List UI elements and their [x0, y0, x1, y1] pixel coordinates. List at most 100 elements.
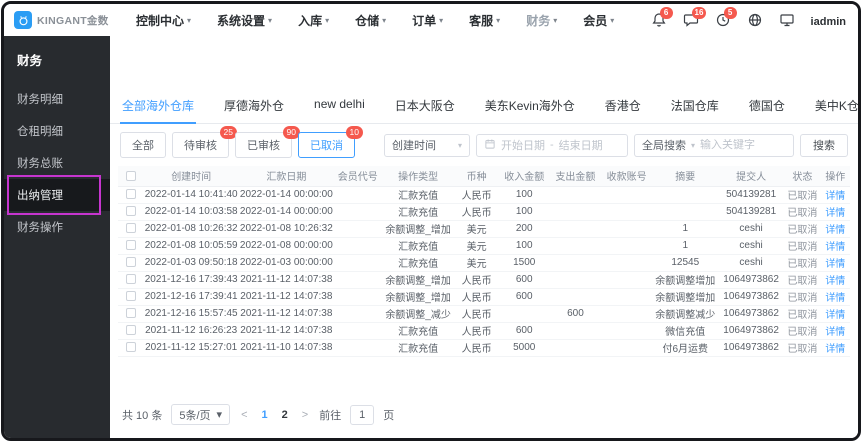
table-cell: 微信充值	[652, 322, 719, 340]
warehouse-tab[interactable]: new delhi	[312, 97, 367, 123]
chevron-down-icon: ▾	[553, 15, 558, 25]
detail-link[interactable]: 详情	[825, 327, 845, 338]
detail-link[interactable]: 详情	[825, 208, 845, 219]
nav-item[interactable]: 系统设置 ▾	[217, 12, 272, 29]
warehouse-tab[interactable]: 美东Kevin海外仓	[483, 97, 577, 123]
brand-logo[interactable]: KINGANT金数	[14, 11, 122, 29]
row-checkbox[interactable]	[125, 257, 136, 268]
table-cell: ceshi	[718, 237, 785, 255]
filter-chip[interactable]: 已取消 10	[298, 126, 363, 158]
sidebar-item[interactable]: 出纳管理	[4, 175, 110, 215]
row-checkbox[interactable]	[125, 342, 136, 353]
chevron-down-icon: ▾	[268, 15, 273, 25]
goto-page-input[interactable]	[350, 404, 375, 425]
sidebar-item[interactable]: 财务操作	[4, 211, 110, 243]
table-cell	[601, 322, 653, 340]
table-cell: 2022-01-08 10:26:32	[143, 220, 239, 238]
prev-page-button[interactable]: <	[239, 409, 249, 421]
detail-link[interactable]: 详情	[825, 344, 845, 355]
row-select-cell	[118, 186, 144, 204]
nav-item[interactable]: 控制中心 ▾	[136, 12, 191, 29]
select-all-checkbox[interactable]	[125, 170, 136, 181]
column-header: 支出金额	[549, 166, 602, 187]
page-number[interactable]: 1	[259, 409, 271, 421]
table-cell: 已取消	[784, 203, 821, 221]
table-cell: 2021-11-12 15:27:01	[143, 339, 239, 357]
next-page-button[interactable]: >	[300, 409, 310, 421]
keyword-input[interactable]	[700, 139, 771, 151]
nav-item[interactable]: 仓储 ▾	[355, 12, 386, 29]
time-field-select[interactable]: 创建时间 ▾	[384, 133, 470, 157]
globe-icon[interactable]	[747, 12, 764, 29]
date-range-picker[interactable]: 开始日期 - 结束日期	[476, 133, 628, 157]
row-select-cell	[118, 288, 144, 306]
warehouse-tab[interactable]: 德国仓	[747, 97, 787, 123]
warehouse-tab[interactable]: 美中K仓	[813, 97, 858, 123]
table-cell: 100	[498, 237, 550, 255]
column-header: 操作	[820, 166, 850, 187]
monitor-icon[interactable]	[779, 12, 796, 29]
goto-suffix: 页	[383, 409, 395, 422]
table-cell: 人民币	[454, 305, 499, 323]
bell-icon[interactable]: 6	[651, 6, 673, 29]
date-end-placeholder: 结束日期	[558, 140, 603, 152]
search-button[interactable]: 搜索	[800, 133, 848, 157]
row-checkbox[interactable]	[125, 274, 136, 285]
row-checkbox[interactable]	[125, 291, 136, 302]
chevron-down-icon: ▾	[691, 140, 696, 150]
row-checkbox[interactable]	[125, 240, 136, 251]
table-cell: 2022-01-14 00:00:00	[238, 203, 334, 221]
page-size-select[interactable]: 5条/页 ▾	[171, 404, 231, 425]
warehouse-tab[interactable]: 厚德海外仓	[222, 97, 286, 123]
detail-link[interactable]: 详情	[825, 242, 845, 253]
table-cell: 5000	[498, 339, 550, 357]
sidebar-item[interactable]: 仓租明细	[4, 115, 110, 147]
sidebar-item-label: 财务明细	[17, 94, 63, 106]
filter-chip[interactable]: 全部	[120, 132, 166, 158]
table-cell	[333, 288, 382, 306]
table-cell: 人民币	[454, 186, 499, 204]
message-icon[interactable]: 16	[683, 6, 707, 29]
nav-item[interactable]: 财务 ▾	[526, 12, 557, 29]
warehouse-tab[interactable]: 香港仓	[603, 97, 643, 123]
table-cell: 已取消	[784, 237, 821, 255]
filter-chip[interactable]: 待审核 25	[172, 126, 237, 158]
nav-item[interactable]: 会员 ▾	[583, 12, 614, 29]
row-checkbox[interactable]	[125, 308, 136, 319]
nav-item[interactable]: 客服 ▾	[469, 12, 500, 29]
action-cell: 详情	[820, 220, 850, 238]
table-cell: 1	[652, 237, 719, 255]
filter-chip-label: 已取消	[310, 140, 343, 152]
detail-link[interactable]: 详情	[825, 225, 845, 236]
table-cell: 12545	[652, 254, 719, 272]
warehouse-tab[interactable]: 全部海外仓库	[120, 97, 197, 124]
nav-item[interactable]: 入库 ▾	[298, 12, 329, 29]
page-number[interactable]: 2	[279, 409, 291, 421]
filter-chip[interactable]: 已审核 90	[235, 126, 300, 158]
clock-icon[interactable]: 5	[715, 6, 737, 29]
detail-link[interactable]: 详情	[825, 293, 845, 304]
table-cell: 余额调整_增加	[381, 271, 455, 289]
table-cell: 人民币	[454, 271, 499, 289]
chevron-down-icon: ▾	[382, 15, 387, 25]
row-checkbox[interactable]	[125, 325, 136, 336]
detail-link[interactable]: 详情	[825, 276, 845, 287]
filter-chip-label: 全部	[132, 140, 154, 152]
sidebar-item[interactable]: 财务总账	[4, 147, 110, 179]
row-checkbox[interactable]	[125, 206, 136, 217]
detail-link[interactable]: 详情	[825, 191, 845, 202]
filter-chip-label: 待审核	[184, 140, 217, 152]
warehouse-tab[interactable]: 法国仓库	[669, 97, 721, 123]
row-checkbox[interactable]	[125, 223, 136, 234]
search-field-select[interactable]: 全局搜索 ▾	[634, 133, 794, 157]
detail-link[interactable]: 详情	[825, 310, 845, 321]
nav-item[interactable]: 订单 ▾	[412, 12, 443, 29]
current-user[interactable]: iadmin	[811, 16, 846, 28]
row-checkbox[interactable]	[125, 189, 136, 200]
message-badge: 16	[691, 6, 707, 19]
detail-link[interactable]: 详情	[825, 259, 845, 270]
warehouse-tab[interactable]: 日本大阪仓	[393, 97, 457, 123]
table-row: 2022-01-14 10:41:40 2022-01-14 00:00:00 汇款…	[118, 186, 850, 204]
table-cell: 付6月运费	[652, 339, 719, 357]
sidebar-item[interactable]: 财务明细	[4, 83, 110, 115]
